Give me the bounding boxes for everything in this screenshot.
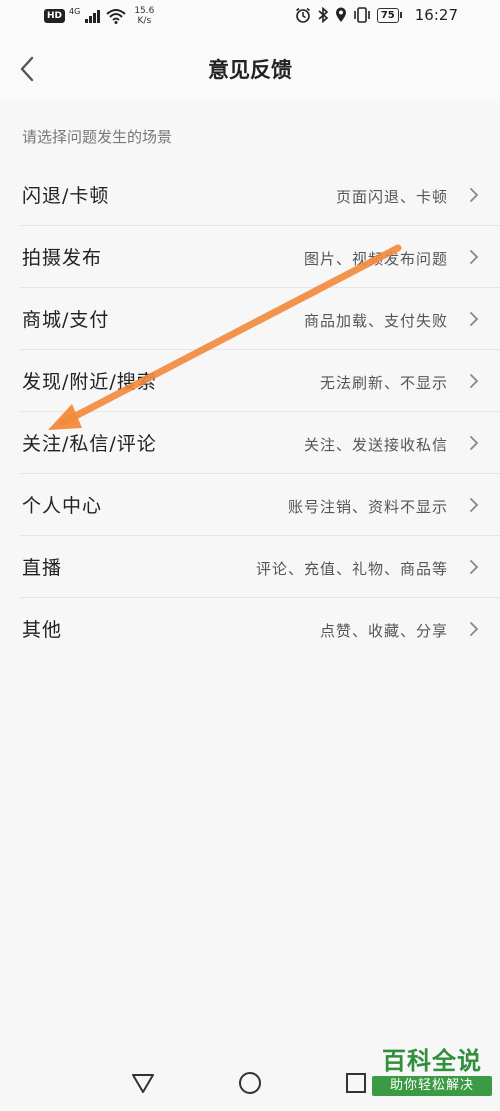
category-follow-dm-comment[interactable]: 关注/私信/评论 关注、发送接收私信 [20, 412, 500, 474]
signal-icon [85, 10, 101, 23]
signal-type: 4G [69, 6, 81, 16]
chevron-right-icon [470, 622, 479, 636]
category-label: 闪退/卡顿 [22, 185, 110, 207]
status-right: 75 16:27 [295, 6, 458, 24]
category-label: 发现/附近/搜索 [22, 371, 157, 393]
category-shoot-publish[interactable]: 拍摄发布 图片、视频发布问题 [20, 226, 500, 288]
vibrate-icon [354, 7, 370, 23]
feedback-category-list: 闪退/卡顿 页面闪退、卡顿 拍摄发布 图片、视频发布问题 商城/支付 商品加载、… [0, 164, 500, 659]
status-bar: HD 4G 15.6 K/s 75 16:27 [0, 0, 500, 36]
category-live[interactable]: 直播 评论、充值、礼物、商品等 [20, 536, 500, 598]
category-desc: 图片、视频发布问题 [303, 250, 448, 268]
chevron-right-icon [470, 374, 479, 388]
net-speed: 15.6 K/s [134, 6, 154, 26]
clock: 16:27 [414, 6, 458, 24]
alarm-icon [295, 7, 310, 23]
net-speed-value: 15.6 [134, 6, 155, 16]
watermark-subtitle: 助你轻松解决 [372, 1076, 492, 1096]
category-personal-center[interactable]: 个人中心 账号注销、资料不显示 [20, 474, 500, 536]
category-crash-lag[interactable]: 闪退/卡顿 页面闪退、卡顿 [20, 164, 500, 226]
status-left: HD 4G 15.6 K/s [44, 6, 154, 26]
category-desc: 评论、充值、礼物、商品等 [255, 560, 448, 578]
chevron-right-icon [470, 188, 479, 202]
chevron-right-icon [470, 312, 479, 326]
category-desc: 无法刷新、不显示 [319, 374, 448, 392]
section-hint: 请选择问题发生的场景 [22, 128, 173, 146]
net-speed-unit: K/s [137, 16, 152, 26]
category-mall-payment[interactable]: 商城/支付 商品加载、支付失败 [20, 288, 500, 350]
wifi-icon [106, 9, 126, 24]
category-label: 个人中心 [22, 495, 103, 517]
category-desc: 商品加载、支付失败 [303, 312, 448, 330]
chevron-right-icon [470, 250, 479, 264]
app-header: 意见反馈 [0, 36, 500, 102]
category-desc: 关注、发送接收私信 [303, 436, 448, 454]
category-label: 直播 [22, 557, 63, 579]
chevron-right-icon [470, 560, 479, 574]
category-label: 其他 [22, 619, 63, 641]
watermark-logo: 百科全说 助你轻松解决 [372, 1046, 492, 1106]
hd-badge: HD [44, 9, 66, 23]
chevron-right-icon [470, 498, 479, 512]
category-other[interactable]: 其他 点赞、收藏、分享 [20, 598, 500, 659]
category-label: 拍摄发布 [22, 247, 103, 269]
category-desc: 点赞、收藏、分享 [319, 622, 448, 640]
watermark-title: 百科全说 [382, 1047, 482, 1075]
category-desc: 页面闪退、卡顿 [335, 188, 448, 206]
home-circle-icon[interactable] [236, 1069, 264, 1097]
page-title: 意见反馈 [208, 58, 292, 82]
category-desc: 账号注销、资料不显示 [287, 498, 448, 516]
category-discover-nearby-search[interactable]: 发现/附近/搜索 无法刷新、不显示 [20, 350, 500, 412]
recents-square-icon[interactable] [342, 1069, 370, 1097]
back-triangle-icon[interactable] [129, 1069, 157, 1097]
location-icon [335, 7, 346, 22]
category-label: 关注/私信/评论 [22, 433, 157, 455]
bluetooth-icon [318, 7, 329, 23]
category-label: 商城/支付 [22, 309, 110, 331]
battery-icon: 75 [376, 7, 402, 23]
chevron-right-icon [470, 436, 479, 450]
